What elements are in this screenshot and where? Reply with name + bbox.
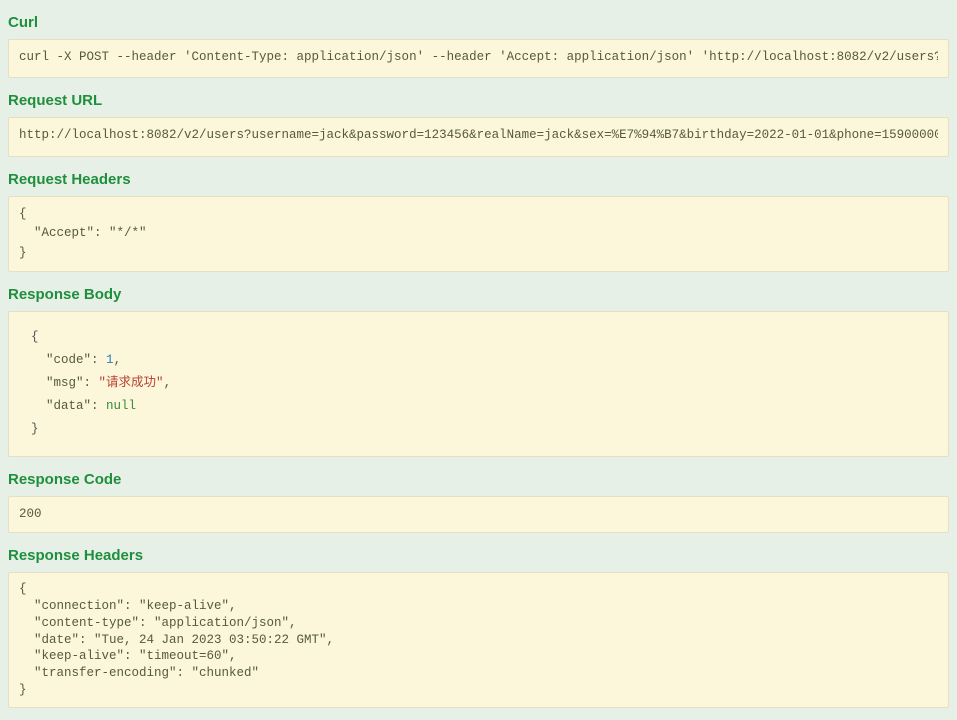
response-body-section-title: Response Body (8, 286, 949, 303)
brace-open: { (31, 330, 39, 344)
curl-scrollbar[interactable]: curl -X POST --header 'Content-Type: app… (19, 48, 938, 69)
curl-section-title: Curl (8, 14, 949, 31)
curl-command: curl -X POST --header 'Content-Type: app… (19, 48, 938, 67)
request-url-box: http://localhost:8082/v2/users?username=… (8, 117, 949, 156)
response-headers-section-title: Response Headers (8, 547, 949, 564)
json-val-code: 1 (106, 353, 114, 367)
request-headers-content: { "Accept": "*/*" } (19, 205, 938, 263)
request-headers-section-title: Request Headers (8, 171, 949, 188)
brace-close: } (31, 422, 39, 436)
response-code-box: 200 (8, 496, 949, 533)
request-url-value: http://localhost:8082/v2/users?username=… (19, 126, 938, 145)
request-url-scrollbar[interactable]: http://localhost:8082/v2/users?username=… (19, 126, 938, 147)
response-code-section-title: Response Code (8, 471, 949, 488)
json-val-data: null (106, 399, 136, 413)
json-val-msg: "请求成功" (99, 376, 164, 390)
response-headers-box: { "connection": "keep-alive", "content-t… (8, 572, 949, 708)
json-key-data: "data" (46, 399, 91, 413)
response-body-box: { "code": 1, "msg": "请求成功", "data": null… (8, 311, 949, 457)
json-key-msg: "msg" (46, 376, 84, 390)
response-code-value: 200 (19, 505, 938, 524)
response-body-content: { "code": 1, "msg": "请求成功", "data": null… (31, 326, 926, 442)
request-headers-box: { "Accept": "*/*" } (8, 196, 949, 272)
curl-box: curl -X POST --header 'Content-Type: app… (8, 39, 949, 78)
request-url-section-title: Request URL (8, 92, 949, 109)
json-key-code: "code" (46, 353, 91, 367)
response-headers-content: { "connection": "keep-alive", "content-t… (19, 581, 938, 699)
